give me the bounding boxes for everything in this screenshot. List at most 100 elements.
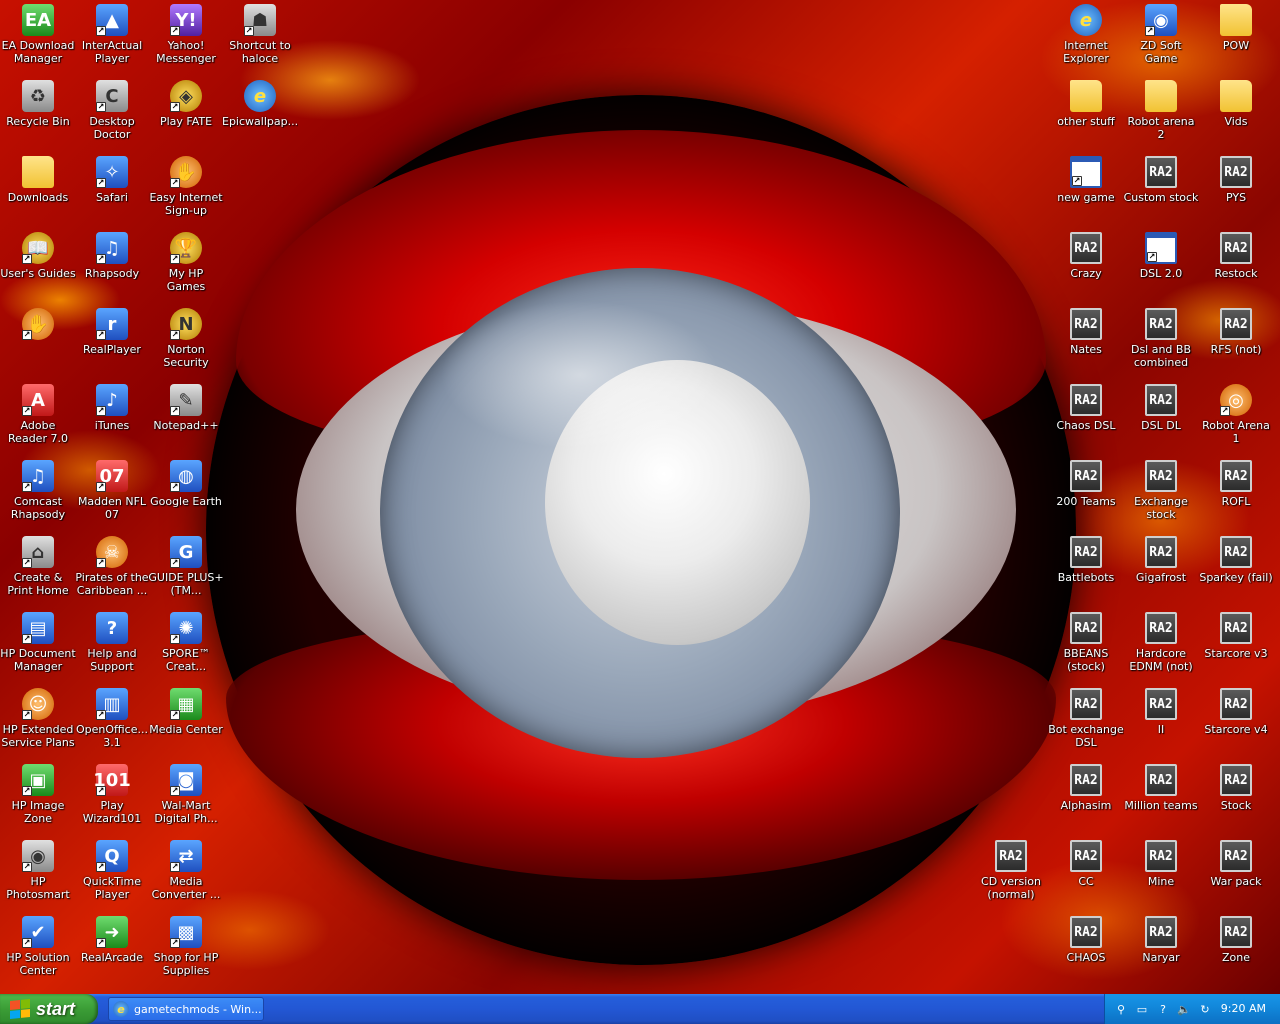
desktop-icon-notepad-plus[interactable]: ✎ ↗ Notepad++ — [148, 380, 224, 454]
desktop-icon-internet-explorer[interactable]: e Internet Explorer — [1048, 0, 1124, 74]
desktop-icon-yahoo-messenger[interactable]: Y! ↗ Yahoo! Messenger — [148, 0, 224, 74]
desktop-icon-cc[interactable]: RA2 CC — [1048, 836, 1124, 910]
desktop-icon-guide-plus[interactable]: G ↗ GUIDE PLUS+(TM... — [148, 532, 224, 606]
desktop-icon-stock[interactable]: RA2 Stock — [1198, 760, 1274, 834]
desktop-icon-realarcade[interactable]: ➜ ↗ RealArcade — [74, 912, 150, 986]
desktop-icon-battlebots[interactable]: RA2 Battlebots — [1048, 532, 1124, 606]
desktop-icon-quicktime-player[interactable]: Q ↗ QuickTime Player — [74, 836, 150, 910]
desktop-icon-robot-arena-1[interactable]: ◎ ↗ Robot Arena 1 — [1198, 380, 1274, 454]
desktop-icon-label: Exchange stock — [1134, 495, 1188, 521]
desktop-icon-alphasim[interactable]: RA2 Alphasim — [1048, 760, 1124, 834]
help-icon[interactable]: ? — [1155, 1001, 1171, 1017]
desktop-icon-zone[interactable]: RA2 Zone — [1198, 912, 1274, 986]
desktop-icon-mine[interactable]: RA2 Mine — [1123, 836, 1199, 910]
desktop-icon-new-game[interactable]: ↗ new game — [1048, 152, 1124, 226]
desktop-icon-comcast-rhapsody[interactable]: ♫ ↗ Comcast Rhapsody — [0, 456, 76, 530]
desktop-icon-dsl-and-bb-combined[interactable]: RA2 Dsl and BB combined — [1123, 304, 1199, 378]
desktop-icon-cd-version-normal[interactable]: RA2 CD version (normal) — [973, 836, 1049, 910]
desktop-icon-pirates-caribbean[interactable]: ☠ ↗ Pirates of the Caribbean ... — [74, 532, 150, 606]
desktop-icon-vids[interactable]: Vids — [1198, 76, 1274, 150]
desktop-icon-starcore-v4[interactable]: RA2 Starcore v4 — [1198, 684, 1274, 758]
desktop-icon-custom-stock[interactable]: RA2 Custom stock — [1123, 152, 1199, 226]
desktop-icon-safari[interactable]: ✧ ↗ Safari — [74, 152, 150, 226]
desktop-icon-epicwallpaper[interactable]: e Epicwallpap... — [222, 76, 298, 150]
print-icon: ⌂ ↗ — [22, 536, 54, 568]
desktop-icon-200-teams[interactable]: RA2 200 Teams — [1048, 456, 1124, 530]
desktop-icon-help-and-support[interactable]: ? Help and Support — [74, 608, 150, 682]
desktop-icon-ii[interactable]: RA2 II — [1123, 684, 1199, 758]
desktop-icon-adobe-reader[interactable]: A ↗ Adobe Reader 7.0 — [0, 380, 76, 454]
desktop-icon-ea-download-manager[interactable]: EA EA Download Manager — [0, 0, 76, 74]
desktop-icon-bbeans-stock[interactable]: RA2 BBEANS (stock) — [1048, 608, 1124, 682]
desktop-icon-label: Sparkey (fail) — [1199, 571, 1273, 584]
desktop-icon-rofl[interactable]: RA2 ROFL — [1198, 456, 1274, 530]
desktop-icon-other-stuff[interactable]: other stuff — [1048, 76, 1124, 150]
desktop-icon-hp-extended-service-plans[interactable]: ☺ ↗ HP Extended Service Plans — [0, 684, 76, 758]
desktop-icon-walmart-digital-photo[interactable]: ◙ ↗ Wal-Mart Digital Ph... — [148, 760, 224, 834]
desktop-icon-naryar[interactable]: RA2 Naryar — [1123, 912, 1199, 986]
desktop-icon-hp-solution-center[interactable]: ✔ ↗ HP Solution Center — [0, 912, 76, 986]
desktop-icon-dsl-2[interactable]: ↗ DSL 2.0 — [1123, 228, 1199, 302]
desktop-icon-pow[interactable]: POW — [1198, 0, 1274, 74]
clock[interactable]: 9:20 AM — [1221, 1002, 1266, 1015]
update-icon[interactable]: ↻ — [1197, 1001, 1213, 1017]
desktop-icon-nates[interactable]: RA2 Nates — [1048, 304, 1124, 378]
desktop-icon-shop-for-hp-supplies[interactable]: ▩ ↗ Shop for HP Supplies — [148, 912, 224, 986]
desktop-icon-play-fate[interactable]: ◈ ↗ Play FATE — [148, 76, 224, 150]
desktop-icon-restock[interactable]: RA2 Restock — [1198, 228, 1274, 302]
desktop-icon-realplayer[interactable]: r ↗ RealPlayer — [74, 304, 150, 378]
desktop-icon-chaos-dsl[interactable]: RA2 Chaos DSL — [1048, 380, 1124, 454]
desktop-icon-label: Internet Explorer — [1063, 39, 1109, 65]
desktop-icon-madden-nfl-07[interactable]: 07 ↗ Madden NFL 07 — [74, 456, 150, 530]
desktop-icon-easy-internet-signup[interactable]: ✋ ↗ Easy Internet Sign-up — [148, 152, 224, 226]
desktop-icon-create-print-home[interactable]: ⌂ ↗ Create & Print Home — [0, 532, 76, 606]
music-note-icon: ♫ ↗ — [96, 232, 128, 264]
globe-icon: ◍ ↗ — [170, 460, 202, 492]
desktop-icon-recycle-bin[interactable]: ♻ Recycle Bin — [0, 76, 76, 150]
desktop-icon-rhapsody[interactable]: ♫ ↗ Rhapsody — [74, 228, 150, 302]
desktop-icon-pys[interactable]: RA2 PYS — [1198, 152, 1274, 226]
desktop-icon-downloads[interactable]: Downloads — [0, 152, 76, 226]
start-button[interactable]: start — [0, 994, 98, 1024]
desktop-icon-war-pack[interactable]: RA2 War pack — [1198, 836, 1274, 910]
desktop-icon-hp-photosmart[interactable]: ◉↗ HP Photosmart Essential 2.5 — [0, 836, 76, 910]
desktop-icon-itunes[interactable]: ♪ ↗ iTunes — [74, 380, 150, 454]
desktop-icon-zd-soft-game-recorder[interactable]: ◉↗ ZD Soft Game Recorder — [1123, 0, 1199, 74]
desktop-icon-google-earth[interactable]: ◍ ↗ Google Earth — [148, 456, 224, 530]
desktop-icon-label: ROFL — [1221, 495, 1251, 508]
desktop-icon-desktop-doctor[interactable]: C ↗ Desktop Doctor — [74, 76, 150, 150]
desktop-icon-hp-image-zone[interactable]: ▣ ↗ HP Image Zone — [0, 760, 76, 834]
desktop-icon-bot-exchange-dsl[interactable]: RA2 Bot exchange DSL — [1048, 684, 1124, 758]
desktop-icon-exchange-stock[interactable]: RA2 Exchange stock — [1123, 456, 1199, 530]
desktop-icon-million-teams[interactable]: RA2 Million teams — [1123, 760, 1199, 834]
desktop-icon-spore-creature[interactable]: ✺ ↗ SPORE™ Creat... — [148, 608, 224, 682]
desktop-icon-label: DSL DL — [1141, 419, 1181, 432]
desktop-icon-robot-arena-2-folder[interactable]: Robot arena 2 — [1123, 76, 1199, 150]
desktop-icon-rfs-not[interactable]: RA2 RFS (not) — [1198, 304, 1274, 378]
desktop-icon-media-center[interactable]: ▦ ↗ Media Center — [148, 684, 224, 758]
wizard-icon: 101 ↗ — [93, 764, 131, 796]
display-icon[interactable]: ▭ — [1134, 1001, 1150, 1017]
desktop-icon-users-guides[interactable]: 📖 ↗ User's Guides — [0, 228, 76, 302]
desktop-icon-interactual-player[interactable]: ▲ ↗ InterActual Player — [74, 0, 150, 74]
desktop-icon-hp-document-manager[interactable]: ▤ ↗ HP Document Manager — [0, 608, 76, 682]
desktop-icon-label: Stock — [1220, 799, 1252, 812]
volume-icon[interactable]: 🔈 — [1176, 1001, 1192, 1017]
desktop-icon-dsl-dl[interactable]: RA2 DSL DL — [1123, 380, 1199, 454]
network-icon[interactable]: ⚲ — [1113, 1001, 1129, 1017]
desktop-icon-gigafrost[interactable]: RA2 Gigafrost — [1123, 532, 1199, 606]
desktop-icon-unnamed-hand[interactable]: ✋ ↗ — [0, 304, 76, 378]
desktop-icon-starcore-v3[interactable]: RA2 Starcore v3 — [1198, 608, 1274, 682]
desktop-icon-openoffice[interactable]: ▥ ↗ OpenOffice... 3.1 — [74, 684, 150, 758]
taskbar-item-gametechmods[interactable]: e gametechmods - Win... — [108, 997, 264, 1021]
desktop-icon-my-hp-games[interactable]: 🏆 ↗ My HP Games — [148, 228, 224, 302]
desktop-icon-play-wizard101[interactable]: 101 ↗ Play Wizard101 — [74, 760, 150, 834]
desktop-icon-norton-security-suite[interactable]: N↗ Norton Security Suite — [148, 304, 224, 378]
desktop-icon-media-converter[interactable]: ⇄ ↗ Media Converter ... — [148, 836, 224, 910]
desktop-icon-chaos[interactable]: RA2 CHAOS — [1048, 912, 1124, 986]
desktop-icon-hardcore-ednm[interactable]: RA2 Hardcore EDNM (not) — [1123, 608, 1199, 682]
ra2-icon: RA2 — [1145, 764, 1177, 796]
desktop-icon-shortcut-to-haloce[interactable]: ☗ ↗ Shortcut to haloce — [222, 0, 298, 74]
desktop-icon-sparkey-fail[interactable]: RA2 Sparkey (fail) — [1198, 532, 1274, 606]
desktop-icon-crazy[interactable]: RA2 Crazy — [1048, 228, 1124, 302]
